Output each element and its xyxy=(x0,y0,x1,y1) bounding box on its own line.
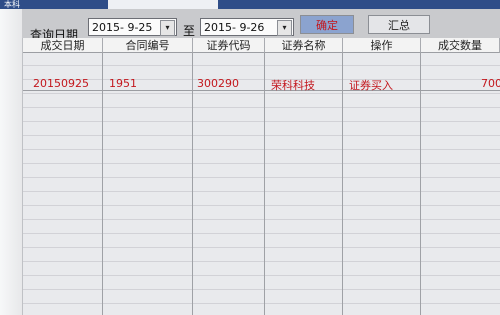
title-field[interactable] xyxy=(108,0,218,9)
from-date-value: 2015- 9-25 xyxy=(92,21,153,34)
cell-contract-no: 1951 xyxy=(109,77,137,90)
column-header-quantity[interactable]: 成交数量 xyxy=(421,38,500,53)
confirm-button[interactable]: 确定 xyxy=(300,15,354,34)
cell-operation: 证券买入 xyxy=(349,79,393,92)
chevron-down-icon[interactable]: ▾ xyxy=(277,20,292,36)
column-header-trade-date[interactable]: 成交日期 xyxy=(23,38,103,53)
cell-security-name: 荣科科技 xyxy=(271,79,315,92)
column-header-operation[interactable]: 操作 xyxy=(343,38,421,53)
column-divider xyxy=(192,53,193,315)
row-divider xyxy=(23,90,500,91)
chevron-down-icon[interactable]: ▾ xyxy=(160,20,175,36)
from-date-picker[interactable]: 2015- 9-25 ▾ xyxy=(88,18,177,36)
summary-button[interactable]: 汇总 xyxy=(368,15,430,34)
column-divider xyxy=(420,53,421,315)
column-header-security-name[interactable]: 证券名称 xyxy=(265,38,343,53)
trade-table: 成交日期 合同编号 证券代码 证券名称 操作 成交数量 20150925 195… xyxy=(23,38,500,315)
cell-quantity: 700 xyxy=(481,77,500,90)
column-header-security-code[interactable]: 证券代码 xyxy=(193,38,265,53)
to-date-picker[interactable]: 2015- 9-26 ▾ xyxy=(200,18,294,36)
query-toolbar: 查询日期 2015- 9-25 ▾ 至 2015- 9-26 ▾ 确定 汇总 xyxy=(22,9,500,42)
left-panel xyxy=(0,9,23,315)
cell-security-code: 300290 xyxy=(197,77,239,90)
column-divider xyxy=(264,53,265,315)
column-header-contract-no[interactable]: 合同编号 xyxy=(103,38,193,53)
column-divider xyxy=(102,53,103,315)
title-bar: 本科 xyxy=(0,0,500,9)
window-tab[interactable]: 本科 xyxy=(0,0,74,9)
to-label: 至 xyxy=(183,24,196,38)
cell-trade-date: 20150925 xyxy=(33,77,89,90)
column-divider xyxy=(342,53,343,315)
to-date-value: 2015- 9-26 xyxy=(204,21,265,34)
